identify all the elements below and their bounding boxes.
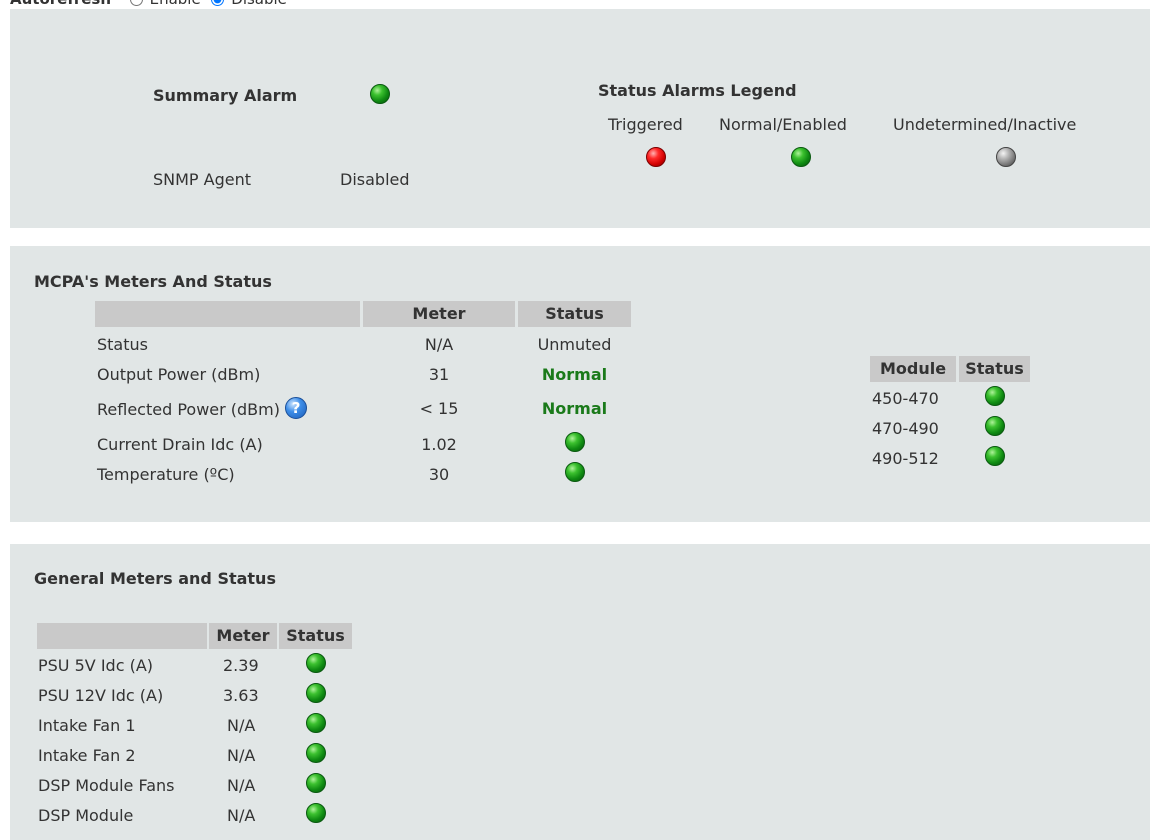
general-row-meter: N/A [227,776,256,795]
general-row-label: Intake Fan 1 [38,716,136,735]
module-row-label: 470-490 [872,419,939,438]
general-row-status-icon [306,713,326,733]
mcpa-row-label: Current Drain Idc (A) [97,435,263,454]
general-row-label: PSU 5V Idc (A) [38,656,153,675]
general-row-meter: 2.39 [223,656,259,675]
mcpa-header-meter: Meter [412,304,466,323]
general-row-status-icon [306,653,326,673]
legend-undetermined-label: Undetermined/Inactive [893,115,1077,134]
general-row-meter: N/A [227,746,256,765]
general-row-label: Intake Fan 2 [38,746,136,765]
module-row-status-icon [985,446,1005,466]
mcpa-row-meter: 30 [428,465,450,484]
general-row-label: DSP Module [38,806,134,825]
mcpa-row-meter: N/A [424,335,454,354]
module-row-label: 450-470 [872,389,939,408]
mcpa-row-label: Status [97,335,148,354]
mcpa-panel: MCPA's Meters And Status Meter Status St… [10,246,1150,522]
summary-alarm-label: Summary Alarm [153,86,298,105]
mcpa-row-label: Reflected Power (dBm) [97,400,280,419]
module-row-label: 490-512 [872,449,939,468]
general-header-meter: Meter [216,626,270,645]
module-row-status-icon [985,416,1005,436]
legend-triggered-red-icon [646,147,666,167]
general-row-status-icon [306,743,326,763]
general-title: General Meters and Status [34,569,276,588]
mcpa-row-label: Output Power (dBm) [97,365,261,384]
general-row-meter: N/A [227,806,256,825]
general-row-status-icon [306,773,326,793]
legend-normal-green-icon [791,147,811,167]
general-row-status-icon [306,803,326,823]
legend-triggered-label: Triggered [608,115,683,134]
snmp-agent-value: Disabled [340,170,410,189]
general-row-meter: 3.63 [223,686,259,705]
autorefresh-bar: Autorefresh Enable Disable [10,0,287,8]
module-header-module: Module [879,359,947,378]
mcpa-title: MCPA's Meters And Status [34,272,272,291]
mcpa-row-status-icon [565,432,585,452]
mcpa-row-status: Unmuted [537,335,612,354]
mcpa-row-status-normal: Normal [541,365,608,384]
mcpa-row-label: Temperature (ºC) [97,465,235,484]
autorefresh-enable-radio[interactable] [129,0,143,6]
general-row-status-icon [306,683,326,703]
summary-alarm-status-icon [370,84,390,104]
legend-title: Status Alarms Legend [598,81,797,100]
general-row-label: PSU 12V Idc (A) [38,686,164,705]
snmp-agent-label: SNMP Agent [153,170,252,189]
autorefresh-disable-label: Disable [231,0,287,8]
legend-undetermined-grey-icon [996,147,1016,167]
autorefresh-enable-label: Enable [150,0,201,8]
autorefresh-label: Autorefresh [10,0,111,8]
general-header-status: Status [286,626,345,645]
mcpa-header-status: Status [545,304,604,323]
general-row-label: DSP Module Fans [38,776,175,795]
mcpa-row-status-icon [565,462,585,482]
mcpa-row-meter: < 15 [419,399,459,418]
general-row-meter: N/A [227,716,256,735]
help-icon[interactable]: ? [285,397,308,419]
module-header-status: Status [965,359,1024,378]
mcpa-row-meter: 1.02 [421,435,457,454]
module-row-status-icon [985,386,1005,406]
autorefresh-disable-radio[interactable] [211,0,225,6]
legend-normal-label: Normal/Enabled [719,115,847,134]
mcpa-row-status-normal: Normal [541,399,608,418]
summary-panel: Summary Alarm SNMP Agent Disabled Status… [10,9,1150,228]
mcpa-row-label-reflected: Reflected Power (dBm) ? [97,397,308,425]
general-panel: General Meters and Status Meter Status P… [10,544,1150,840]
mcpa-header-blank [95,301,360,327]
general-header-blank [37,623,207,649]
mcpa-row-meter: 31 [428,365,450,384]
